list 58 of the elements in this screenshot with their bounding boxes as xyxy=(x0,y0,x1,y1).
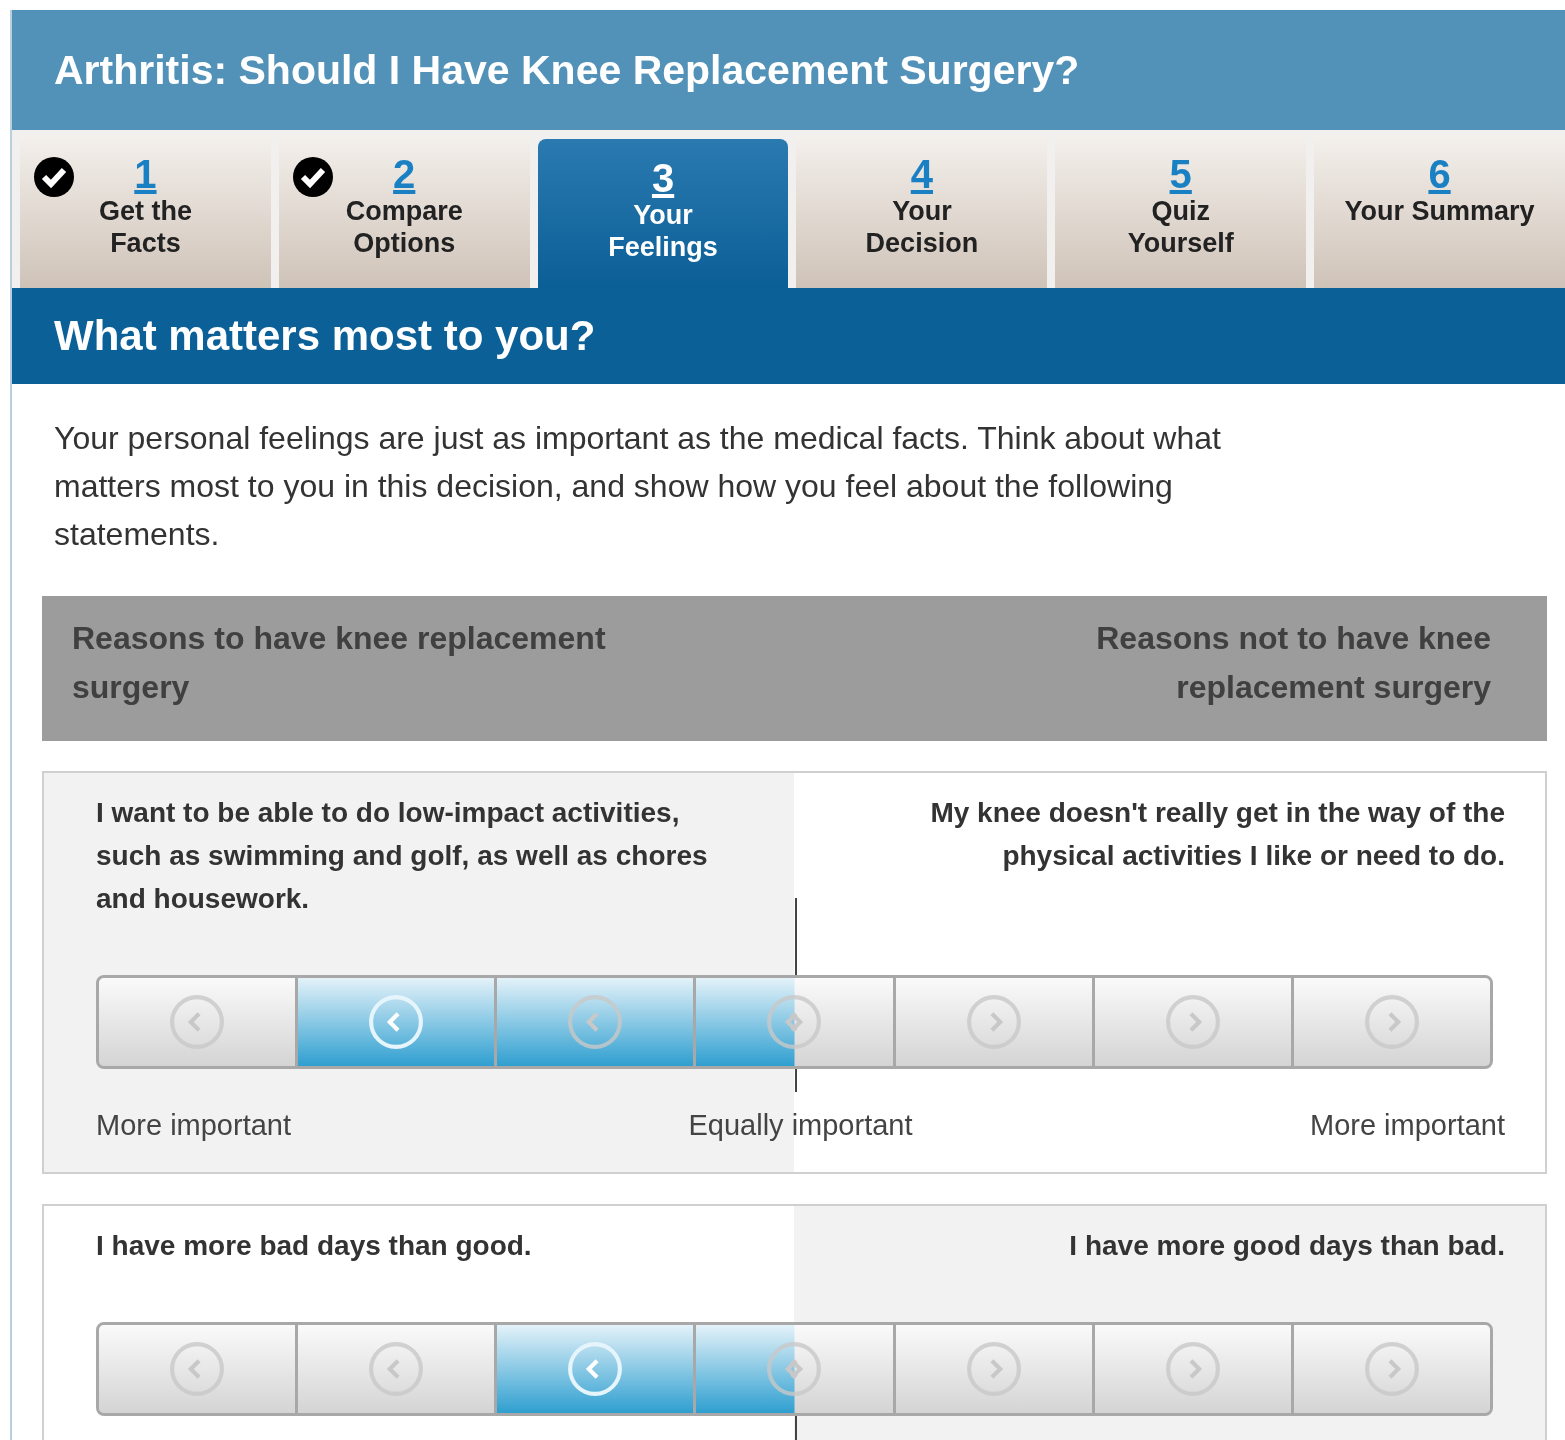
step-tab[interactable]: 4 Your Decision xyxy=(796,135,1048,288)
step-tab[interactable]: 1 Get the Facts xyxy=(20,135,271,288)
step-number[interactable]: 4 xyxy=(910,153,933,195)
right-chevron-icon xyxy=(965,1341,1022,1397)
scale-label: More important xyxy=(96,1109,291,1142)
statement-text: I want to be able to do low-impact activities, such as swimming and golf, as well as chores and housework. xyxy=(96,796,709,916)
statement-text: I have more bad days than good. xyxy=(96,1229,533,1263)
left-chevron-icon xyxy=(567,1341,624,1397)
step-label: Get the Facts xyxy=(97,195,193,259)
step-number[interactable]: 6 xyxy=(1428,153,1451,195)
slider-segment[interactable] xyxy=(295,1325,495,1413)
slider-segment[interactable] xyxy=(295,978,495,1066)
column-heading: Reasons not to have knee replacement surgery xyxy=(1095,619,1491,707)
slider-segment[interactable] xyxy=(1290,978,1490,1066)
section-heading: What matters most to you? xyxy=(54,312,596,360)
slider-segment[interactable] xyxy=(892,978,1092,1066)
step-label: Your Summary xyxy=(1344,195,1535,227)
slider-segment[interactable] xyxy=(1091,978,1291,1066)
slider-segment[interactable] xyxy=(693,1325,893,1413)
column-heading: Reasons to have knee replacement surgery xyxy=(72,619,607,707)
statement-text: I have more good days than bad. xyxy=(1068,1229,1505,1263)
scale-label: More important xyxy=(1310,1109,1505,1142)
right-chevron-icon xyxy=(965,994,1022,1050)
slider-segment[interactable] xyxy=(1091,1325,1291,1413)
step-tab[interactable]: 5 Quiz Yourself xyxy=(1055,135,1307,288)
step-label: Quiz Yourself xyxy=(1126,195,1235,259)
step-label: Compare Options xyxy=(344,195,464,259)
step-tab[interactable]: 2 Compare Options xyxy=(278,135,530,288)
step-number[interactable]: 2 xyxy=(393,153,416,195)
slider-segment[interactable] xyxy=(693,978,893,1066)
slider-segment[interactable] xyxy=(1290,1325,1490,1413)
page-title: Arthritis: Should I Have Knee Replacement Surgery? xyxy=(54,46,1080,94)
left-chevron-icon xyxy=(368,994,425,1050)
slider-segment[interactable] xyxy=(99,978,296,1066)
intro-text: Your personal feelings are just as important as the medical facts. Think about what matters most to you in this decision, and show how you feel about the following statements. xyxy=(54,419,1222,554)
step-number[interactable]: 1 xyxy=(134,153,157,195)
right-chevron-icon xyxy=(1363,1341,1420,1397)
step-tab[interactable]: 3 Your Feelings xyxy=(537,139,789,288)
left-chevron-icon xyxy=(169,994,226,1050)
slider-segment[interactable] xyxy=(494,978,694,1066)
left-chevron-icon xyxy=(567,994,624,1050)
step-label: Your Feelings xyxy=(607,199,719,263)
right-chevron-icon xyxy=(1164,1341,1221,1397)
double-chevron-icon xyxy=(766,994,823,1050)
statement-text: My knee doesn't really get in the way of the physical activities I like or need to do. xyxy=(929,796,1505,873)
slider-segment[interactable] xyxy=(892,1325,1092,1413)
slider-segment[interactable] xyxy=(99,1325,296,1413)
step-tab[interactable]: 6 Your Summary xyxy=(1314,135,1565,288)
left-chevron-icon xyxy=(169,1341,226,1397)
slider-segment[interactable] xyxy=(494,1325,694,1413)
scale-label: Equally important xyxy=(688,1109,913,1142)
right-chevron-icon xyxy=(1164,994,1221,1050)
left-chevron-icon xyxy=(368,1341,425,1397)
step-label: Your Decision xyxy=(864,195,980,259)
step-number[interactable]: 5 xyxy=(1169,153,1192,195)
right-chevron-icon xyxy=(1363,994,1420,1050)
step-number[interactable]: 3 xyxy=(651,157,675,199)
double-chevron-icon xyxy=(766,1341,823,1397)
